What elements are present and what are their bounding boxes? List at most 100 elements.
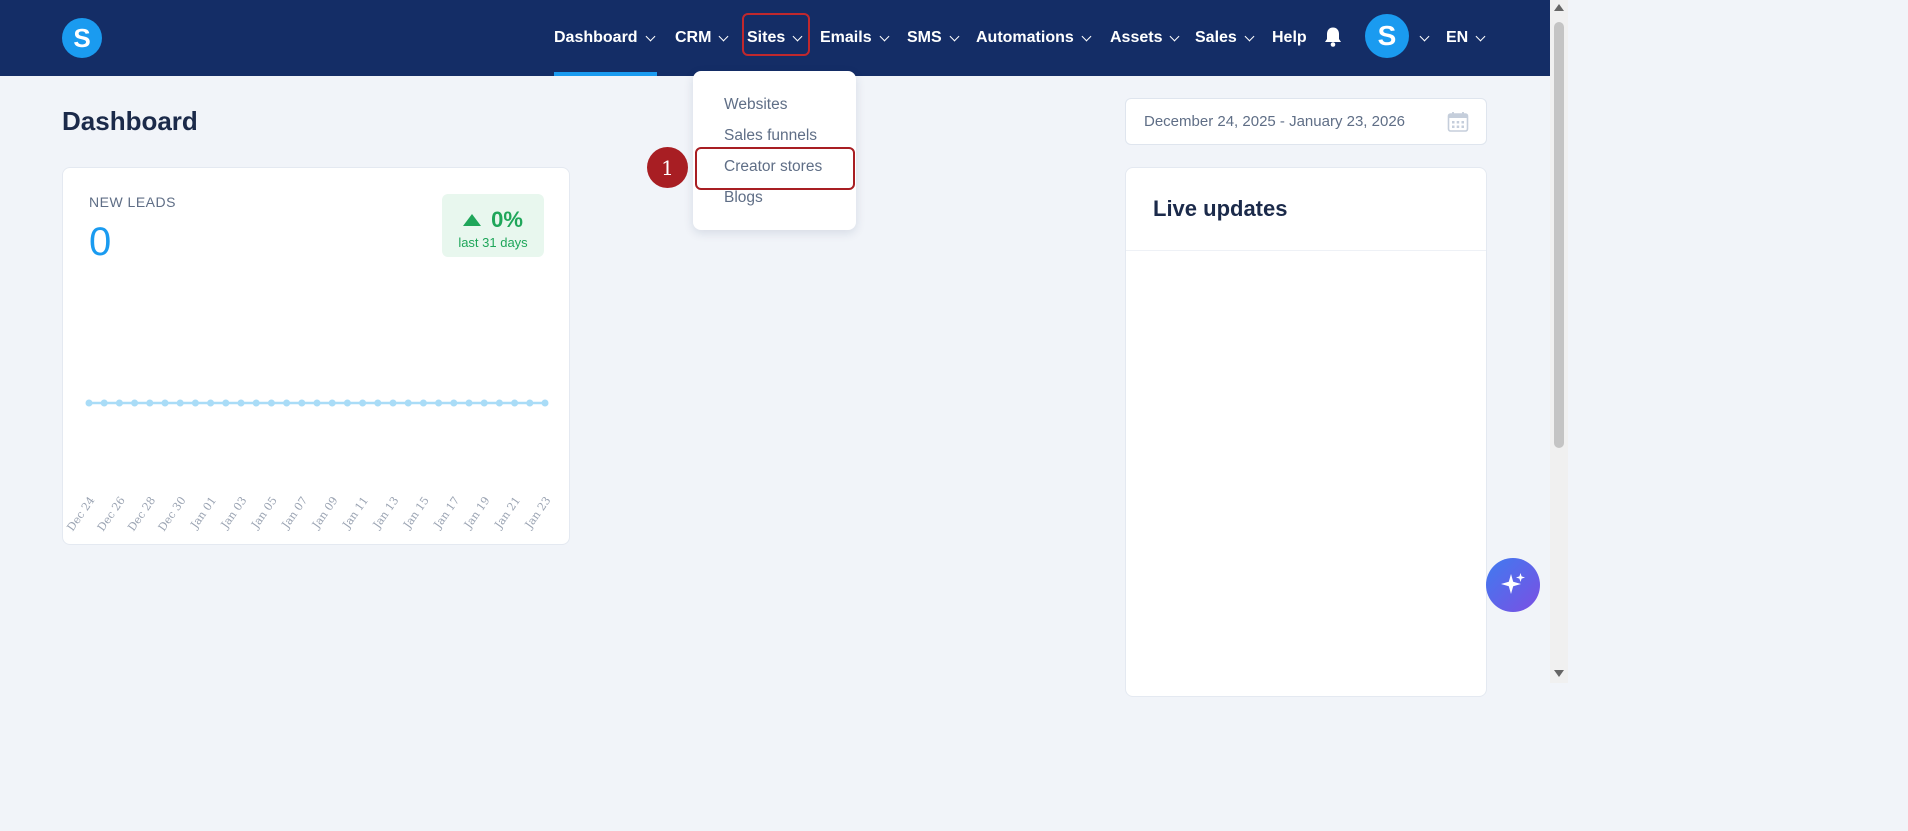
data-point[interactable] xyxy=(115,399,123,407)
calendar-icon xyxy=(1447,112,1469,132)
data-point[interactable] xyxy=(359,399,367,407)
scroll-down-arrow-icon[interactable] xyxy=(1554,670,1564,677)
chevron-down-icon xyxy=(949,31,960,41)
page-title: Dashboard xyxy=(62,106,198,136)
date-range-picker[interactable]: December 24, 2025 - January 23, 2026 xyxy=(1125,98,1487,145)
data-point[interactable] xyxy=(404,399,412,407)
chevron-down-icon xyxy=(1419,31,1430,41)
data-point[interactable] xyxy=(480,399,488,407)
data-point[interactable] xyxy=(435,399,443,407)
x-tick-label: Jan 03 xyxy=(218,494,250,531)
creator-stores-annotation-box xyxy=(695,147,855,190)
menu-item-blogs[interactable]: Blogs xyxy=(724,189,763,207)
nav-dashboard-label: Dashboard xyxy=(554,29,638,46)
nav-assets-label: Assets xyxy=(1110,29,1163,46)
nav-help-label: Help xyxy=(1272,29,1307,46)
nav-dashboard[interactable]: Dashboard xyxy=(554,0,656,76)
data-point[interactable] xyxy=(191,399,199,407)
nav-sms[interactable]: SMS xyxy=(907,0,960,76)
x-tick-label: Jan 01 xyxy=(187,494,219,531)
data-point[interactable] xyxy=(526,399,534,407)
nav-emails-label: Emails xyxy=(820,29,872,46)
x-tick-label: Jan 11 xyxy=(339,494,371,531)
language-label: EN xyxy=(1446,29,1469,46)
x-tick-label: Jan 23 xyxy=(522,494,554,531)
nav-help[interactable]: Help xyxy=(1272,0,1307,76)
language-selector[interactable]: EN xyxy=(1446,0,1486,76)
app-logo[interactable]: S xyxy=(62,18,102,58)
nav-automations[interactable]: Automations xyxy=(976,0,1092,76)
data-point[interactable] xyxy=(222,399,230,407)
nav-emails[interactable]: Emails xyxy=(820,0,890,76)
chevron-down-icon xyxy=(718,31,729,41)
active-nav-indicator xyxy=(554,72,657,76)
x-tick-label: Dec 30 xyxy=(156,494,189,533)
x-tick-label: Jan 19 xyxy=(461,494,493,531)
data-point[interactable] xyxy=(495,399,503,407)
x-tick-label: Jan 09 xyxy=(309,494,341,531)
live-updates-title: Live updates xyxy=(1153,196,1288,221)
step-marker: 1 xyxy=(647,147,688,188)
scrollbar-thumb[interactable] xyxy=(1554,22,1564,448)
data-point[interactable] xyxy=(298,399,306,407)
data-point[interactable] xyxy=(283,399,291,407)
chevron-down-icon xyxy=(645,31,656,41)
data-point[interactable] xyxy=(389,399,397,407)
data-point[interactable] xyxy=(131,399,139,407)
data-point[interactable] xyxy=(100,399,108,407)
new-leads-card: NEW LEADS 0 0% last 31 days Dec 24 Dec 26… xyxy=(62,167,570,545)
data-point[interactable] xyxy=(146,399,154,407)
scroll-up-arrow-icon[interactable] xyxy=(1554,4,1564,11)
nav-crm-label: CRM xyxy=(675,29,712,46)
nav-automations-label: Automations xyxy=(976,29,1074,46)
nav-assets[interactable]: Assets xyxy=(1110,0,1180,76)
data-point[interactable] xyxy=(511,399,519,407)
x-tick-label: Jan 07 xyxy=(279,494,311,531)
data-point[interactable] xyxy=(237,399,245,407)
avatar-letter: S xyxy=(1377,20,1397,51)
menu-item-websites[interactable]: Websites xyxy=(724,96,787,114)
chevron-down-icon xyxy=(1081,31,1092,41)
data-point[interactable] xyxy=(450,399,458,407)
date-range-text: December 24, 2025 - January 23, 2026 xyxy=(1144,113,1405,130)
data-point[interactable] xyxy=(252,399,260,407)
x-tick-label: Dec 26 xyxy=(95,494,128,533)
divider xyxy=(1126,250,1486,251)
chevron-down-icon xyxy=(1244,31,1255,41)
menu-item-sales-funnels[interactable]: Sales funnels xyxy=(724,127,817,145)
nav-crm[interactable]: CRM xyxy=(675,0,729,76)
live-updates-card: Live updates xyxy=(1125,167,1487,697)
data-point[interactable] xyxy=(343,399,351,407)
x-tick-label: Jan 17 xyxy=(431,494,463,531)
data-point[interactable] xyxy=(328,399,336,407)
x-tick-label: Dec 28 xyxy=(125,494,158,533)
bell-icon[interactable] xyxy=(1323,26,1343,48)
ai-assistant-button[interactable] xyxy=(1486,558,1540,612)
data-point[interactable] xyxy=(374,399,382,407)
account-menu-toggle[interactable] xyxy=(1412,0,1430,76)
x-tick-label: Jan 13 xyxy=(370,494,402,531)
data-point[interactable] xyxy=(207,399,215,407)
x-tick-label: Jan 05 xyxy=(248,494,280,531)
chevron-down-icon xyxy=(879,31,890,41)
sites-annotation-box xyxy=(742,13,810,56)
data-point[interactable] xyxy=(465,399,473,407)
data-point[interactable] xyxy=(419,399,427,407)
x-tick-label: Jan 15 xyxy=(400,494,432,531)
nav-sales[interactable]: Sales xyxy=(1195,0,1255,76)
nav-sales-label: Sales xyxy=(1195,29,1237,46)
new-leads-line-chart: Dec 24Dec 26Dec 28Dec 30 Jan 01 Jan 03 Jan … xyxy=(64,399,554,534)
logo-letter: S xyxy=(73,22,91,53)
nav-sms-label: SMS xyxy=(907,29,942,46)
data-point[interactable] xyxy=(541,399,549,407)
chevron-down-icon xyxy=(1170,31,1180,41)
data-point[interactable] xyxy=(313,399,321,407)
data-point[interactable] xyxy=(176,399,184,407)
page-scrollbar[interactable] xyxy=(1550,0,1568,683)
user-avatar[interactable]: S xyxy=(1365,14,1409,58)
data-point[interactable] xyxy=(161,399,169,407)
data-point[interactable] xyxy=(267,399,275,407)
x-tick-label: Jan 21 xyxy=(491,494,523,531)
data-point[interactable] xyxy=(85,399,93,407)
x-tick-label: Dec 24 xyxy=(64,494,97,533)
